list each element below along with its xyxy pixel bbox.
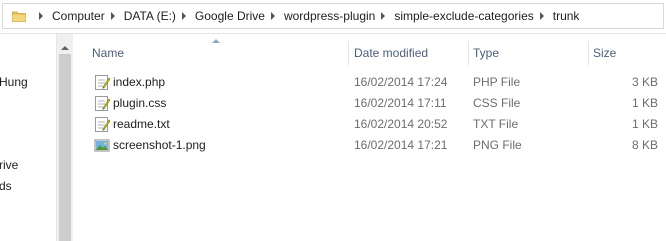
column-header-date-modified[interactable]: Date modified	[350, 41, 468, 65]
file-row-screenshot-png[interactable]: screenshot-1.png 16/02/2014 17:21 PNG Fi…	[88, 135, 666, 156]
address-bar-box[interactable]: Computer DATA (E:) Google Drive wordpres…	[2, 3, 664, 29]
breadcrumb-google-drive[interactable]: Google Drive	[195, 9, 265, 23]
column-header-type[interactable]: Type	[469, 41, 588, 65]
folder-icon	[12, 11, 26, 22]
address-bar: Computer DATA (E:) Google Drive wordpres…	[0, 0, 666, 34]
file-name: screenshot-1.png	[113, 138, 206, 152]
breadcrumb-computer[interactable]: Computer	[52, 9, 105, 23]
navigation-scrollbar[interactable]	[56, 34, 73, 241]
chevron-right-icon[interactable]	[539, 12, 544, 20]
file-size: 1 KB	[631, 117, 658, 131]
notepad-document-icon	[95, 117, 110, 132]
file-size: 1 KB	[631, 96, 658, 110]
file-row-index-php[interactable]: index.php 16/02/2014 17:24 PHP File 3 KB	[88, 72, 666, 93]
file-name: plugin.css	[113, 96, 167, 110]
scroll-up-arrow-icon[interactable]	[61, 46, 69, 50]
notepad-document-icon	[95, 96, 110, 111]
file-type: PHP File	[473, 75, 521, 89]
file-size: 8 KB	[631, 138, 658, 152]
navigation-pane: Hung rive ds	[0, 34, 56, 241]
file-date-modified: 16/02/2014 17:11	[354, 96, 447, 110]
column-divider[interactable]	[348, 41, 349, 65]
breadcrumb-simple-exclude-categories[interactable]: simple-exclude-categories	[394, 9, 533, 23]
file-name: readme.txt	[113, 117, 170, 131]
breadcrumb: Computer DATA (E:) Google Drive wordpres…	[33, 4, 579, 28]
breadcrumb-wordpress-plugin[interactable]: wordpress-plugin	[284, 9, 375, 23]
breadcrumb-data-drive[interactable]: DATA (E:)	[124, 9, 176, 23]
file-size: 3 KB	[631, 75, 658, 89]
column-header-name[interactable]: Name	[88, 41, 344, 65]
chevron-right-icon[interactable]	[110, 12, 115, 20]
file-row-readme-txt[interactable]: readme.txt 16/02/2014 20:52 TXT File 1 K…	[88, 114, 666, 135]
file-date-modified: 16/02/2014 17:24	[354, 75, 448, 89]
chevron-right-icon[interactable]	[381, 12, 386, 20]
column-header-row: Name Date modified Type Size	[74, 34, 666, 70]
file-date-modified: 16/02/2014 17:21	[354, 138, 448, 152]
chevron-right-icon[interactable]	[270, 12, 275, 20]
scrollbar-thumb[interactable]	[59, 54, 71, 241]
file-name: index.php	[113, 75, 166, 89]
file-type: TXT File	[473, 117, 519, 131]
file-type: CSS File	[473, 96, 521, 110]
nav-item-user[interactable]: Hung	[0, 75, 28, 89]
column-header-size[interactable]: Size	[589, 41, 666, 65]
chevron-right-icon[interactable]	[181, 12, 186, 20]
nav-item-downloads[interactable]: ds	[0, 179, 12, 193]
file-date-modified: 16/02/2014 20:52	[354, 117, 448, 131]
file-row-plugin-css[interactable]: plugin.css 16/02/2014 17:11 CSS File 1 K…	[88, 93, 666, 114]
file-type: PNG File	[473, 138, 522, 152]
image-file-icon	[94, 139, 110, 152]
chevron-right-icon[interactable]	[39, 12, 43, 20]
breadcrumb-trunk[interactable]: trunk	[553, 9, 580, 23]
notepad-document-icon	[95, 75, 110, 90]
nav-item-drive[interactable]: rive	[0, 158, 18, 172]
file-list: Name Date modified Type Size index.php 1…	[74, 34, 666, 241]
